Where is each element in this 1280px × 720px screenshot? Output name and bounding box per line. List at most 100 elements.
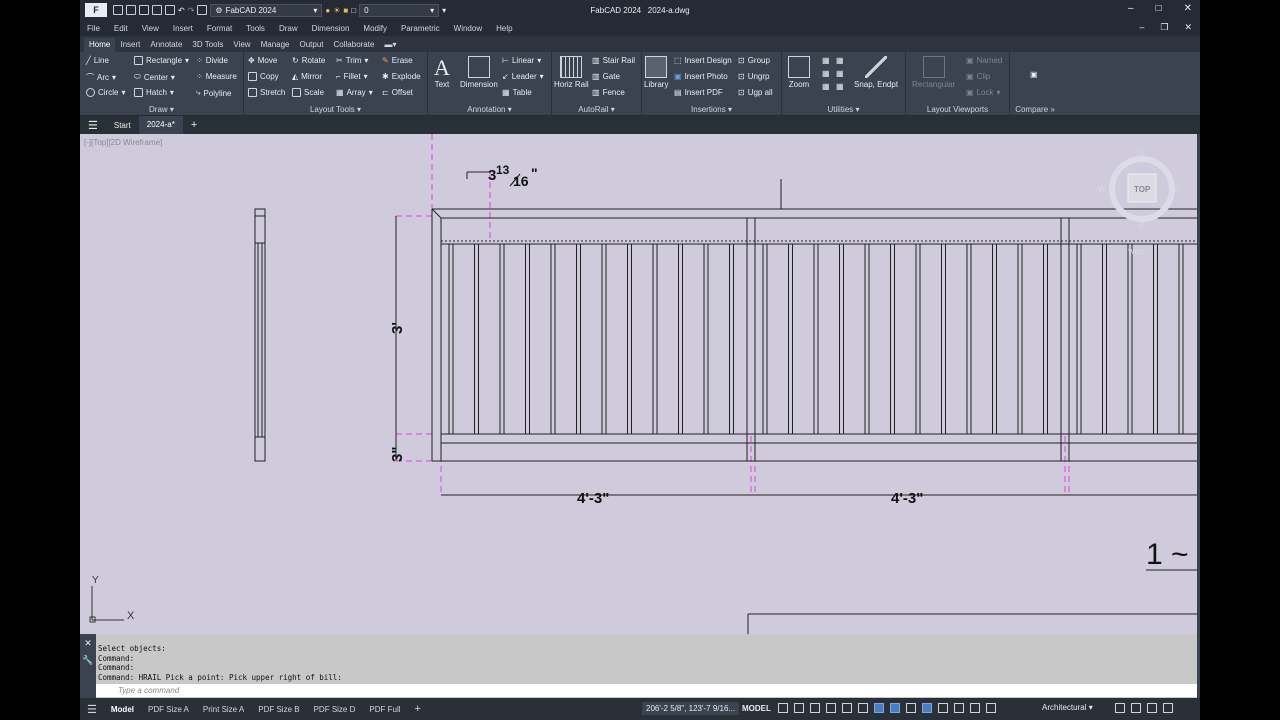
arc-tool[interactable]: ⌒ Arc ▾ <box>86 72 116 83</box>
lightbulb-icon[interactable]: ● <box>325 6 330 15</box>
panel-title-insertions[interactable]: Insertions ▾ <box>642 105 781 114</box>
gate-tool[interactable]: ▥ Gate <box>592 72 620 81</box>
compare-tool[interactable]: ▣ <box>1030 70 1038 79</box>
insert-pdf-tool[interactable]: ▤ Insert PDF <box>674 88 723 97</box>
polar-icon[interactable] <box>826 703 836 713</box>
menu-edit[interactable]: Edit <box>107 24 135 33</box>
minimize-icon[interactable]: – <box>1128 3 1134 14</box>
move-tool[interactable]: ✥ Move <box>248 56 277 65</box>
ruler-icon[interactable] <box>986 703 996 713</box>
linear-tool[interactable]: ⊢ Linear ▾ <box>502 56 541 65</box>
snap-icon[interactable] <box>794 703 804 713</box>
menu-modify[interactable]: Modify <box>356 24 394 33</box>
units-dropdown[interactable]: Architectural ▾ <box>1042 703 1093 712</box>
command-input[interactable]: Type a command <box>96 684 1197 697</box>
explode-tool[interactable]: ✱ Explode <box>382 72 421 81</box>
menu-window[interactable]: Window <box>447 24 489 33</box>
offset-tool[interactable]: ⊏ Offset <box>382 88 413 97</box>
copy-tool[interactable]: Copy <box>248 72 279 81</box>
table-tool[interactable]: ▦ Table <box>502 88 532 97</box>
rectangular-viewport-tool[interactable]: Rectangular <box>912 56 955 89</box>
viewcube-north[interactable]: N <box>1137 148 1144 158</box>
id-point-icon[interactable]: ▦ <box>836 82 844 91</box>
viewcube-east[interactable]: E <box>1174 184 1180 194</box>
ungroup-tool[interactable]: ⊡ Ungrp <box>738 72 770 81</box>
snap-endpoint-tool[interactable]: Snap, Endpt <box>854 56 898 89</box>
isodraft-icon[interactable] <box>842 703 852 713</box>
menu-insert[interactable]: Insert <box>166 24 200 33</box>
model-space-toggle[interactable]: MODEL <box>742 704 771 713</box>
erase-tool[interactable]: ✎ Erase <box>382 56 413 65</box>
sun-icon[interactable]: ☀ <box>333 6 340 15</box>
viewcube-west[interactable]: W <box>1098 184 1107 194</box>
layout-tab-model[interactable]: Model <box>104 705 141 714</box>
tab-annotate[interactable]: Annotate <box>145 38 187 52</box>
rotate-tool[interactable]: ↻ Rotate <box>292 56 325 65</box>
ribbon-toggle-icon[interactable]: ▬▾ <box>379 38 401 52</box>
lock-icon[interactable]: ■ <box>343 6 348 15</box>
stretch-tool[interactable]: Stretch <box>248 88 285 97</box>
undo-icon[interactable]: ↶ <box>178 6 185 15</box>
stair-rail-tool[interactable]: ▥ Stair Rail <box>592 56 635 65</box>
menu-parametric[interactable]: Parametric <box>394 24 447 33</box>
panel-title-annotation[interactable]: Annotation ▾ <box>428 105 551 114</box>
open-folder-icon[interactable] <box>126 5 136 15</box>
lineweight-icon[interactable] <box>906 703 916 713</box>
tab-current-drawing[interactable]: 2024-a* <box>138 116 183 134</box>
layout-tab-pdf-size-a[interactable]: PDF Size A <box>141 705 196 714</box>
menu-view[interactable]: View <box>135 24 166 33</box>
isolate-objects-icon[interactable] <box>1115 703 1125 713</box>
maximize-icon[interactable]: □ <box>1156 3 1162 14</box>
trim-tool[interactable]: ✂ Trim ▾ <box>336 56 368 65</box>
clip-viewport-tool[interactable]: ▣ Clip <box>966 72 990 81</box>
layout-tab-pdf-size-d[interactable]: PDF Size D <box>307 705 363 714</box>
calculator-icon[interactable]: ▦ <box>836 56 844 65</box>
app-menu-icon[interactable]: ☰ <box>80 119 106 132</box>
tab-collaborate[interactable]: Collaborate <box>329 38 380 52</box>
annotation-visibility-icon[interactable] <box>922 703 932 713</box>
menu-file[interactable]: File <box>80 24 107 33</box>
ortho-icon[interactable] <box>810 703 820 713</box>
tab-insert[interactable]: Insert <box>115 38 145 52</box>
save-as-icon[interactable] <box>152 5 162 15</box>
customize-qat-icon[interactable]: ▾ <box>442 6 446 15</box>
panel-title-draw[interactable]: Draw ▾ <box>80 105 243 114</box>
text-tool[interactable]: A Text <box>434 56 450 90</box>
array-tool[interactable]: ▦ Array ▾ <box>336 88 373 97</box>
fillet-tool[interactable]: ⌐ Fillet ▾ <box>336 72 368 81</box>
center-tool[interactable]: ⬭ Center ▾ <box>134 72 175 82</box>
measure-tool[interactable]: ⁘ Measure <box>196 72 237 81</box>
layout-menu-icon[interactable]: ☰ <box>80 703 104 716</box>
insert-design-tool[interactable]: ⬚ Insert Design <box>674 56 732 65</box>
doc-restore-icon[interactable]: ❐ <box>1160 22 1168 33</box>
horiz-rail-tool[interactable]: Horiz Rail <box>554 56 589 89</box>
panel-title-layout-tools[interactable]: Layout Tools ▾ <box>244 105 427 114</box>
tab-home[interactable]: Home <box>84 38 116 52</box>
print-icon[interactable] <box>165 5 175 15</box>
redo-icon[interactable]: ↷ <box>188 6 195 15</box>
layout-tab-print-size-a[interactable]: Print Size A <box>196 705 251 714</box>
layout-tab-pdf-full[interactable]: PDF Full <box>362 705 407 714</box>
doc-close-icon[interactable]: ✕ <box>1184 22 1192 33</box>
lock-viewport-tool[interactable]: ▣ Lock ▾ <box>966 88 1000 97</box>
hardware-acceleration-icon[interactable] <box>1131 703 1141 713</box>
coordinate-readout[interactable]: 206'-2 5/8", 123'-7 9/16... <box>642 702 740 715</box>
panel-title-compare[interactable]: Compare » <box>1010 105 1060 114</box>
group-tool[interactable]: ⊡ Group <box>738 56 770 65</box>
close-icon[interactable]: ✕ <box>1184 3 1192 14</box>
tab-output[interactable]: Output <box>295 38 329 52</box>
menu-tools[interactable]: Tools <box>239 24 272 33</box>
list-icon[interactable]: ▦ <box>836 69 844 78</box>
hatch-tool[interactable]: Hatch ▾ <box>134 88 174 97</box>
customization-icon[interactable] <box>1163 703 1173 713</box>
ungroup-all-tool[interactable]: ⊡ Ugp all <box>738 88 773 97</box>
plot-icon[interactable] <box>197 5 208 15</box>
new-file-icon[interactable] <box>113 5 123 15</box>
menu-dimension[interactable]: Dimension <box>305 24 357 33</box>
rectangle-tool[interactable]: Rectangle ▾ <box>134 56 189 65</box>
zoom-tool[interactable]: Zoom <box>788 56 810 89</box>
clean-screen-icon[interactable] <box>1147 703 1157 713</box>
dynamic-input-icon[interactable] <box>890 703 900 713</box>
layer-dropdown[interactable]: 0 ▾ <box>359 3 440 17</box>
properties-icon[interactable]: ▦ <box>822 82 830 91</box>
